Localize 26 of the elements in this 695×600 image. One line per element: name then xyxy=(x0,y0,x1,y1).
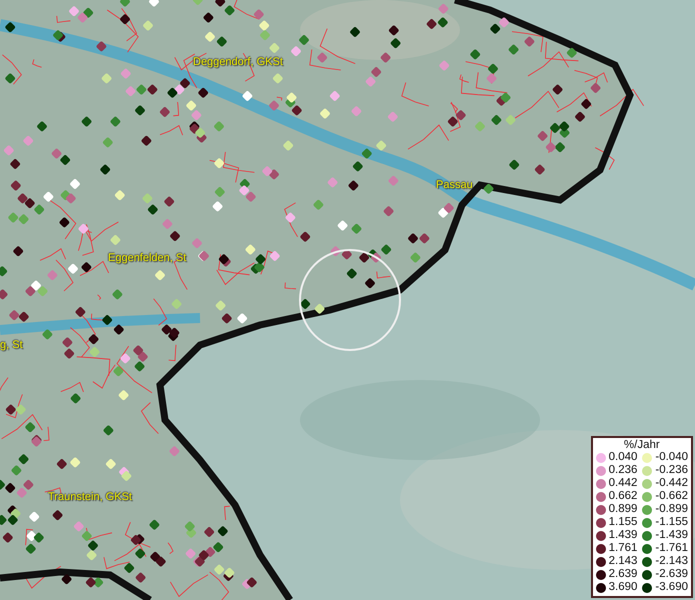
legend-value: 0.899 xyxy=(608,503,638,516)
legend-value: -0.040 xyxy=(655,451,688,464)
legend-value: -2.639 xyxy=(655,568,688,581)
legend-value: -3.690 xyxy=(655,581,688,594)
legend-value: -1.155 xyxy=(655,516,688,529)
legend-value: 0.236 xyxy=(608,464,638,477)
legend-value: 2.143 xyxy=(608,555,638,568)
legend-value: 0.040 xyxy=(608,451,638,464)
legend-value: -0.236 xyxy=(655,464,688,477)
place-label: Traunstein, GKSt xyxy=(48,491,132,503)
legend-value: 0.442 xyxy=(608,477,638,490)
legend-value: 1.155 xyxy=(608,516,638,529)
legend-value: 3.690 xyxy=(608,581,638,594)
legend-title: %/Jahr xyxy=(622,439,661,451)
legend-value: 0.662 xyxy=(608,490,638,503)
legend-value: -2.143 xyxy=(655,555,688,568)
place-label: g, St xyxy=(0,339,23,351)
legend-value: -1.439 xyxy=(655,529,688,542)
legend-value: -0.899 xyxy=(655,503,688,516)
place-label: Passau xyxy=(436,179,473,191)
legend-value: 2.639 xyxy=(608,568,638,581)
legend-value: 1.761 xyxy=(608,542,638,555)
legend-value: -1.761 xyxy=(655,542,688,555)
legend-value: -0.442 xyxy=(655,477,688,490)
legend-value: 1.439 xyxy=(608,529,638,542)
legend-value: -0.662 xyxy=(655,490,688,503)
